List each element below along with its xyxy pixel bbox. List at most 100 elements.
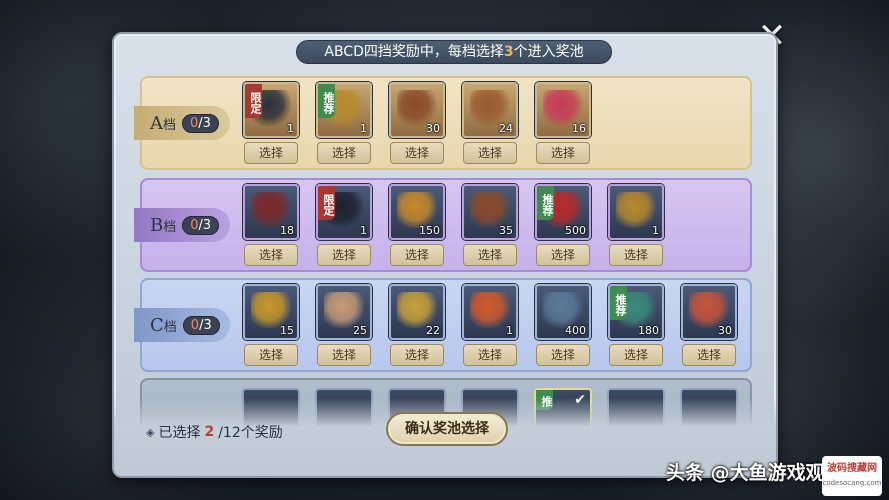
- item-quantity: 180: [638, 324, 659, 337]
- select-button[interactable]: 选择: [682, 344, 736, 366]
- tier-label: A档 0/3: [134, 106, 230, 140]
- reward-item: 限定 1 选择: [315, 184, 373, 266]
- reward-slot[interactable]: 150: [389, 184, 445, 240]
- select-button[interactable]: 选择: [463, 244, 517, 266]
- reward-slot[interactable]: 推荐 500: [535, 184, 591, 240]
- reward-slot[interactable]: 15: [243, 284, 299, 340]
- reward-item: 推荐 1 选择: [315, 82, 373, 164]
- gold-token-icon: [616, 192, 656, 228]
- header-text-end: 个进入奖池: [513, 44, 584, 60]
- reward-item: 30 选择: [680, 284, 738, 366]
- item-quantity: 500: [565, 224, 586, 237]
- reward-slot[interactable]: 限定 1: [316, 184, 372, 240]
- reward-item: 30 选择: [388, 82, 446, 164]
- reward-item: 22 选择: [388, 284, 446, 366]
- tier-label: C档 0/3: [134, 308, 230, 342]
- tier-name: B档: [150, 215, 176, 236]
- reward-slot[interactable]: 30: [681, 284, 737, 340]
- item-quantity: 1: [360, 224, 367, 237]
- item-quantity: 35: [499, 224, 513, 237]
- reward-slot[interactable]: 22: [389, 284, 445, 340]
- reward-item: 35 选择: [461, 184, 519, 266]
- select-button[interactable]: 选择: [244, 344, 298, 366]
- select-button[interactable]: 选择: [244, 142, 298, 164]
- select-button[interactable]: 选择: [317, 344, 371, 366]
- select-button[interactable]: 选择: [609, 344, 663, 366]
- item-quantity: 30: [718, 324, 732, 337]
- select-button[interactable]: 选择: [536, 244, 590, 266]
- gold-chest-icon: [397, 292, 437, 328]
- tier-count-total: /3: [198, 115, 211, 131]
- tier-suffix: 档: [163, 319, 177, 335]
- reward-slot[interactable]: 限定 1: [243, 82, 299, 138]
- tier-a-row: A档 0/3 限定 1 选择 推荐 1 选择 30 选择 24 选择 16 选择: [134, 76, 752, 170]
- golden-card-icon: [251, 292, 291, 328]
- site-badge: 波码搜藏网 codesocang.com: [822, 456, 882, 496]
- reward-slot[interactable]: 1: [462, 284, 518, 340]
- reward-slot[interactable]: 1: [608, 184, 664, 240]
- item-quantity: 1: [506, 324, 513, 337]
- recommended-tag: 推荐: [610, 286, 627, 320]
- item-quantity: 30: [426, 122, 440, 135]
- treasure-chest-icon: [470, 192, 510, 228]
- tier-suffix: 档: [163, 219, 177, 235]
- select-button[interactable]: 选择: [463, 142, 517, 164]
- reward-item: 15 选择: [242, 284, 300, 366]
- select-button[interactable]: 选择: [536, 344, 590, 366]
- item-quantity: 1: [360, 122, 367, 135]
- select-button[interactable]: 选择: [463, 344, 517, 366]
- reward-slot[interactable]: 推荐 180: [608, 284, 664, 340]
- tier-count-current: 0: [190, 317, 200, 333]
- select-button[interactable]: 选择: [317, 142, 371, 164]
- item-quantity: 1: [287, 122, 294, 135]
- tier-count-current: 0: [190, 217, 199, 233]
- reward-item: 18 选择: [242, 184, 300, 266]
- select-button[interactable]: 选择: [317, 244, 371, 266]
- tier-count-total: /3: [198, 217, 212, 233]
- item-quantity: 150: [419, 224, 440, 237]
- item-quantity: 25: [353, 324, 367, 337]
- select-button[interactable]: 选择: [390, 344, 444, 366]
- reward-slot[interactable]: 16: [535, 82, 591, 138]
- reward-item: 400 选择: [534, 284, 592, 366]
- selected-prefix: 已选择: [158, 425, 201, 441]
- selected-count-info: ◈ 已选择 2/12个奖励: [146, 422, 283, 442]
- treasure-chest-icon: [470, 90, 510, 126]
- reward-slot[interactable]: 24: [462, 82, 518, 138]
- item-quantity: 1: [652, 224, 659, 237]
- tier-count-total: /3: [199, 317, 212, 333]
- tier-letter: B: [150, 214, 164, 236]
- reward-slot[interactable]: 18: [243, 184, 299, 240]
- select-button[interactable]: 选择: [390, 244, 444, 266]
- reward-slot[interactable]: 30: [389, 82, 445, 138]
- site-badge-title: 波码搜藏网: [827, 463, 877, 474]
- reward-slot[interactable]: 35: [462, 184, 518, 240]
- reward-item: 1 选择: [607, 184, 665, 266]
- reward-item: 24 选择: [461, 82, 519, 164]
- select-button[interactable]: 选择: [390, 142, 444, 164]
- tier-items: 15 选择 25 选择 22 选择 1 选择 400 选择 推荐 180 选择 30 选择: [242, 284, 738, 366]
- item-quantity: 22: [426, 324, 440, 337]
- reward-item: 限定 1 选择: [242, 82, 300, 164]
- reward-slot[interactable]: 400: [535, 284, 591, 340]
- selected-suffix: /12个奖励: [218, 425, 283, 441]
- diamond-icon: ◈: [146, 425, 155, 439]
- reward-slot[interactable]: 25: [316, 284, 372, 340]
- limited-tag: 限定: [318, 186, 335, 220]
- reward-slot[interactable]: 推荐 1: [316, 82, 372, 138]
- item-quantity: 18: [280, 224, 294, 237]
- reward-pool-panel: ABCD四挡奖励中，每档选择3个进入奖池 A档 0/3 限定 1 选择 推荐 1 选择 30 选择…: [112, 32, 778, 478]
- panel-header: ABCD四挡奖励中，每档选择3个进入奖池: [296, 40, 612, 64]
- confirm-pool-button[interactable]: 确认奖池选择: [386, 412, 508, 446]
- tier-name: A档: [150, 113, 176, 134]
- select-button[interactable]: 选择: [609, 244, 663, 266]
- reward-item: 150 选择: [388, 184, 446, 266]
- select-button[interactable]: 选择: [536, 142, 590, 164]
- selected-count: 2: [204, 424, 215, 440]
- tier-suffix: 档: [163, 117, 177, 133]
- select-button[interactable]: 选择: [244, 244, 298, 266]
- item-quantity: 16: [572, 122, 586, 135]
- scroll-bundle-icon: [324, 292, 364, 328]
- tier-name: C档: [150, 315, 177, 336]
- reward-item: 1 选择: [461, 284, 519, 366]
